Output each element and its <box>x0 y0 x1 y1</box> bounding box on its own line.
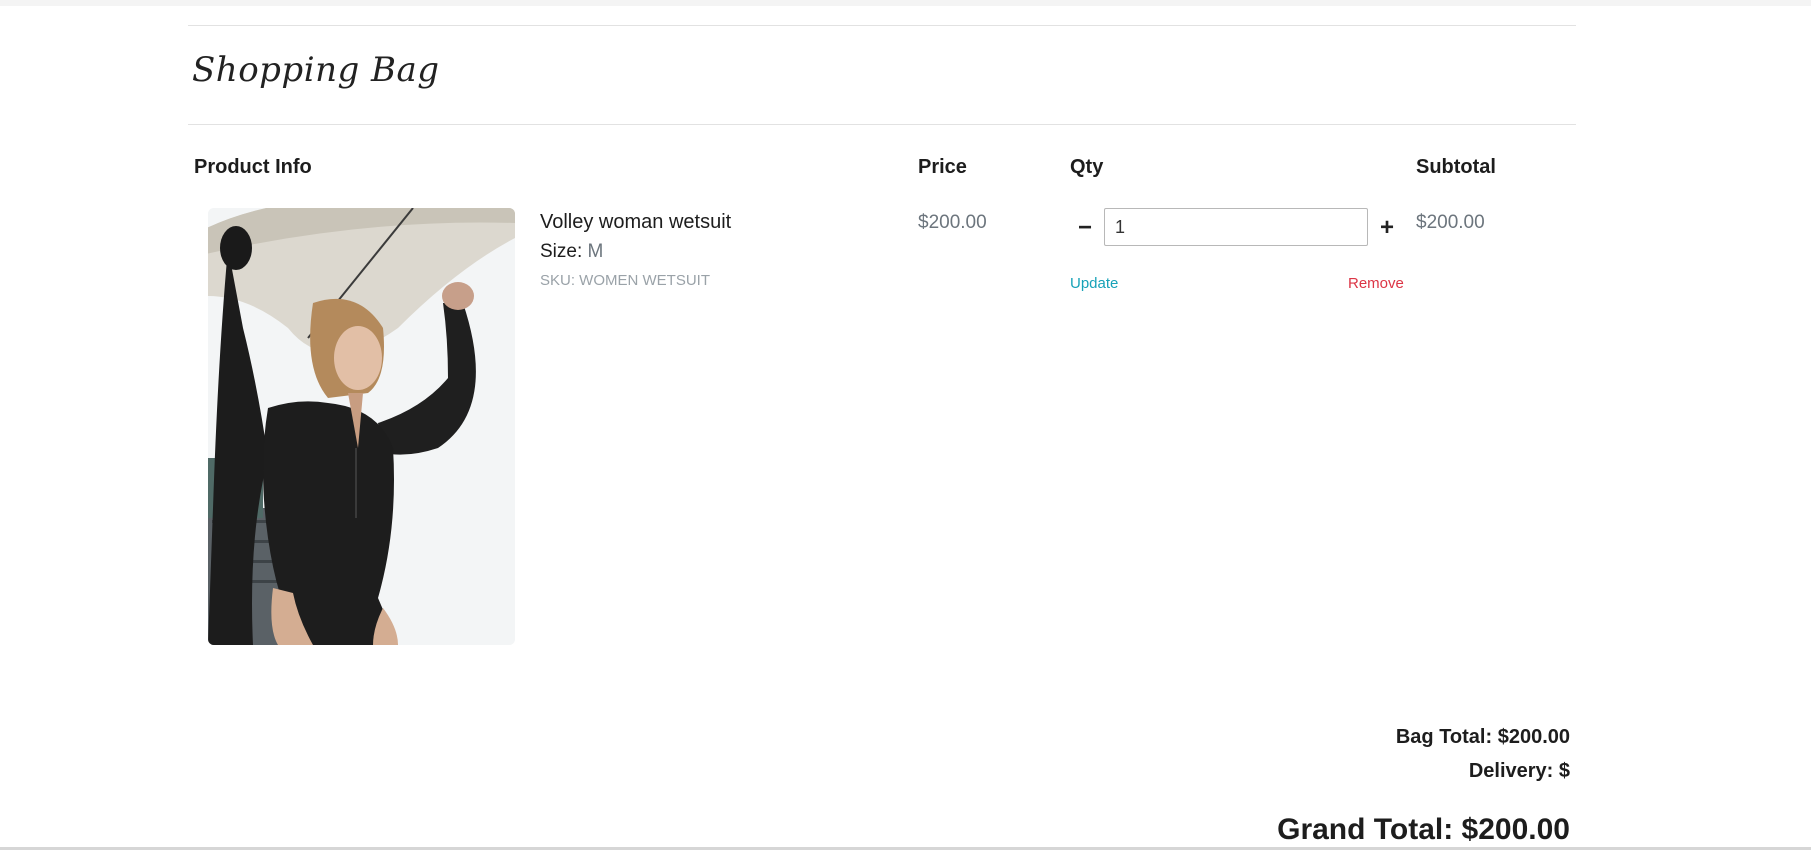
update-link[interactable]: Update <box>1070 275 1118 292</box>
title-bottom-divider <box>188 124 1576 125</box>
header-qty: Qty <box>1070 156 1104 178</box>
bag-total: Bag Total: $200.00 <box>1395 726 1570 748</box>
quantity-input[interactable] <box>1104 208 1368 246</box>
header-price: Price <box>918 156 967 178</box>
item-subtotal: $200.00 <box>1416 212 1485 233</box>
header-subtotal: Subtotal <box>1416 156 1496 178</box>
increment-qty-button[interactable]: + <box>1374 212 1400 244</box>
header-product-info: Product Info <box>194 156 312 178</box>
decrement-qty-button[interactable]: − <box>1072 212 1098 244</box>
title-top-divider <box>188 25 1576 26</box>
product-name: Volley woman wetsuit <box>540 211 732 233</box>
size-value: M <box>587 241 604 262</box>
item-price: $200.00 <box>918 212 987 233</box>
size-label: Size: <box>540 241 583 262</box>
product-photo <box>208 208 515 645</box>
page-title: Shopping Bag <box>192 50 440 90</box>
product-size: Size: M <box>540 241 603 263</box>
product-sku: SKU: WOMEN WETSUIT <box>540 272 710 289</box>
grand-total: Grand Total: $200.00 <box>1277 813 1570 846</box>
product-image[interactable] <box>208 208 515 645</box>
delivery-cost: Delivery: $ <box>1468 760 1570 782</box>
remove-link[interactable]: Remove <box>1348 275 1404 292</box>
shopping-bag-container: Shopping Bag Product Info Price Qty Subt… <box>188 0 1576 850</box>
